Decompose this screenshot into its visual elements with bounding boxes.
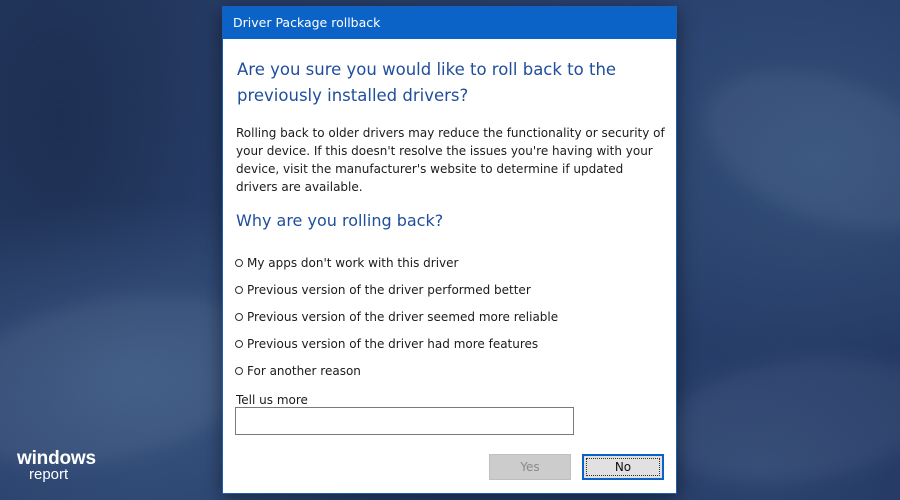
logo-text-report: report [29, 466, 69, 483]
windows-report-logo: windows report [17, 449, 96, 482]
reason-option-performed-better[interactable]: Previous version of the driver performed… [235, 276, 558, 303]
dialog-heading: Are you sure you would like to roll back… [237, 60, 617, 105]
radio-button-icon[interactable] [235, 366, 243, 375]
radio-button-icon[interactable] [235, 312, 243, 321]
tell-us-more-input[interactable] [235, 407, 574, 435]
reason-label: Previous version of the driver performed… [247, 282, 531, 297]
reason-label: My apps don't work with this driver [247, 255, 459, 270]
reason-label: Previous version of the driver seemed mo… [247, 309, 559, 324]
focus-outline [586, 458, 660, 476]
rollback-dialog: Driver Package rollback Are you sure you… [222, 6, 677, 494]
wallpaper-fold [653, 341, 900, 499]
dialog-title: Driver Package rollback [233, 15, 381, 30]
yes-button[interactable]: Yes [489, 454, 571, 480]
reason-label: Previous version of the driver had more … [247, 336, 539, 351]
tell-us-more-label: Tell us more [236, 393, 308, 407]
reason-option-apps-dont-work[interactable]: My apps don't work with this driver [235, 249, 558, 276]
reason-heading: Why are you rolling back? [236, 211, 444, 230]
no-button[interactable]: No [582, 454, 664, 480]
reason-option-more-features[interactable]: Previous version of the driver had more … [235, 330, 558, 357]
reason-radio-group: My apps don't work with this driver Prev… [235, 249, 558, 384]
radio-button-icon[interactable] [235, 258, 243, 267]
reason-option-more-reliable[interactable]: Previous version of the driver seemed mo… [235, 303, 558, 330]
radio-button-icon[interactable] [235, 285, 243, 294]
reason-label: For another reason [247, 363, 361, 378]
dialog-description: Rolling back to older drivers may reduce… [236, 126, 665, 194]
reason-option-another-reason[interactable]: For another reason [235, 357, 558, 384]
radio-button-icon[interactable] [235, 339, 243, 348]
dialog-titlebar[interactable]: Driver Package rollback [223, 7, 676, 39]
wallpaper-fold [683, 39, 900, 261]
